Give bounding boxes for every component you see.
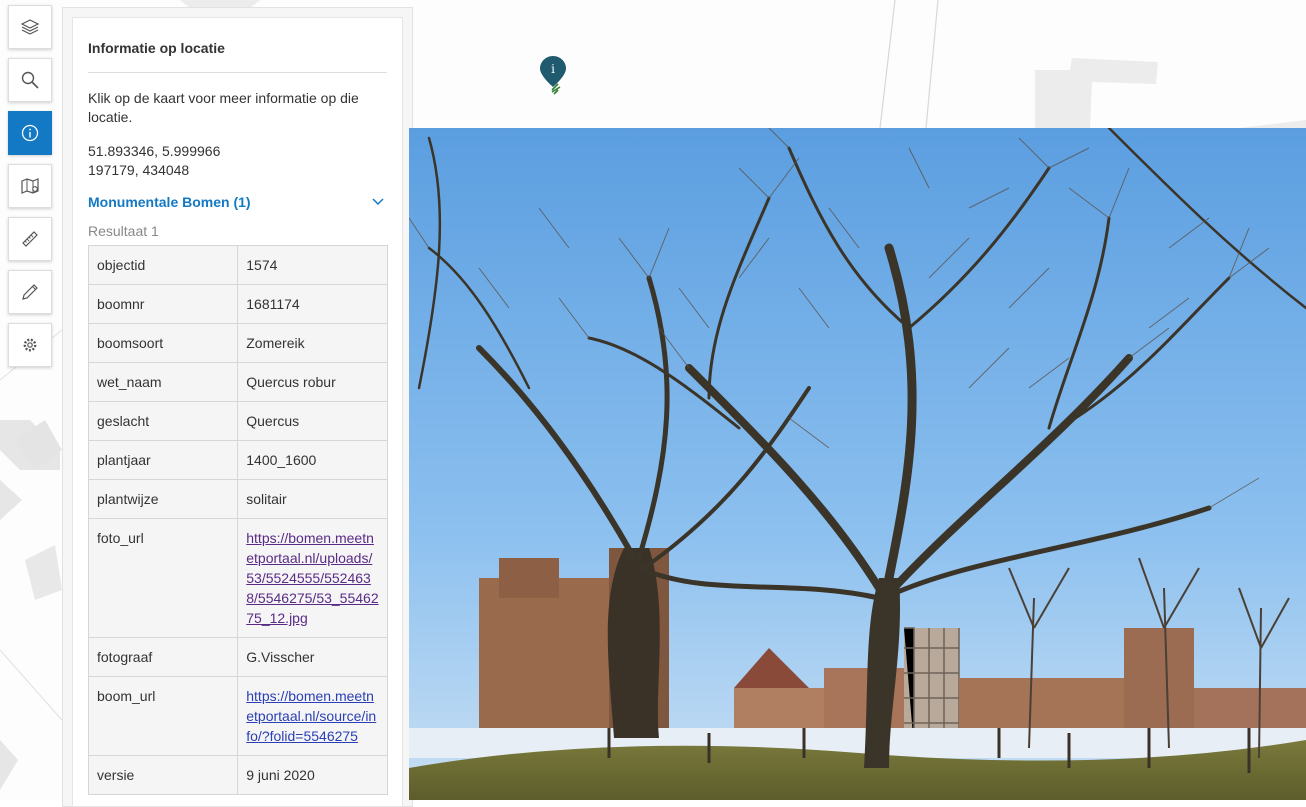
info-panel: Informatie op locatie Klik op de kaart v…: [72, 17, 403, 807]
attribute-name: fotograaf: [87, 637, 239, 677]
boom-url-link[interactable]: https://bomen.meetnetportaal.nl/source/i…: [246, 688, 376, 744]
chevron-down-icon: [372, 198, 384, 206]
attribute-value: solitair: [237, 479, 388, 519]
layer-title: Monumentale Bomen (1): [88, 194, 251, 210]
attribute-name: boomnr: [87, 284, 239, 324]
measure-button[interactable]: [8, 217, 52, 261]
attribute-value: Quercus: [237, 401, 388, 441]
search-button[interactable]: [8, 58, 52, 102]
panel-intro-text: Klik op de kaart voor meer informatie op…: [88, 90, 359, 125]
attribute-value: 1681174: [237, 284, 388, 324]
pencil-icon: [22, 284, 38, 300]
table-row: foto_url https://bomen.meetnetportaal.nl/…: [87, 518, 388, 638]
table-row: plantjaar 1400_1600: [87, 440, 388, 480]
table-row: geslacht Quercus: [87, 401, 388, 441]
attribute-value: https://bomen.meetnetportaal.nl/source/i…: [237, 676, 388, 756]
attribute-name: boom_url: [87, 676, 239, 756]
map-route-icon: [21, 178, 39, 194]
table-row: objectid 1574: [87, 245, 388, 285]
table-row: plantwijze solitair: [87, 479, 388, 519]
toolbar: [8, 5, 54, 376]
coordinates: 51.893346, 5.999966 197179, 434048: [88, 142, 387, 180]
table-row: boomnr 1681174: [87, 284, 388, 324]
info-button[interactable]: [8, 111, 52, 155]
attribute-name: plantjaar: [87, 440, 239, 480]
attribute-value: 9 juni 2020: [237, 755, 388, 795]
layers-icon: [20, 19, 40, 35]
attribute-name: geslacht: [87, 401, 239, 441]
tree-photo: [409, 128, 1306, 800]
attribute-name: boomsoort: [87, 323, 239, 363]
settings-icon: [23, 338, 37, 352]
coords-rd: 197179, 434048: [88, 162, 190, 178]
attribute-name: versie: [87, 755, 239, 795]
svg-text:i: i: [551, 62, 555, 76]
search-icon: [21, 71, 39, 89]
table-row: boomsoort Zomereik: [87, 323, 388, 363]
settings-button[interactable]: [8, 323, 52, 367]
map-info-marker[interactable]: i: [538, 54, 568, 96]
draw-button[interactable]: [8, 270, 52, 314]
map-route-button[interactable]: [8, 164, 52, 208]
table-row: versie 9 juni 2020: [87, 755, 388, 795]
attribute-value: Zomereik: [237, 323, 388, 363]
layer-result-toggle[interactable]: Monumentale Bomen (1): [88, 194, 387, 210]
info-icon: [21, 124, 39, 142]
layers-button[interactable]: [8, 5, 52, 49]
tree-photo-image: [409, 128, 1306, 800]
coords-wgs84: 51.893346, 5.999966: [88, 143, 221, 159]
table-row: wet_naam Quercus robur: [87, 362, 388, 402]
table-row: boom_url https://bomen.meetnetportaal.nl/…: [87, 676, 388, 756]
result-label: Resultaat 1: [88, 223, 159, 239]
attribute-value: 1400_1600: [237, 440, 388, 480]
attribute-name: objectid: [87, 245, 239, 285]
panel-title: Informatie op locatie: [88, 18, 387, 73]
ruler-icon: [22, 231, 38, 247]
attribute-table: objectid 1574 boomnr 1681174 boomsoort Zomere…: [87, 245, 388, 795]
attribute-value: 1574: [237, 245, 388, 285]
table-row: fotograaf G.Visscher: [87, 637, 388, 677]
attribute-value: Quercus robur: [237, 362, 388, 402]
attribute-name: plantwijze: [87, 479, 239, 519]
attribute-value: G.Visscher: [237, 637, 388, 677]
foto-url-link[interactable]: https://bomen.meetnetportaal.nl/uploads/…: [246, 530, 378, 626]
attribute-name: foto_url: [87, 518, 239, 638]
attribute-name: wet_naam: [87, 362, 239, 402]
info-marker-icon: i: [540, 56, 566, 95]
attribute-value: https://bomen.meetnetportaal.nl/uploads/…: [237, 518, 388, 638]
